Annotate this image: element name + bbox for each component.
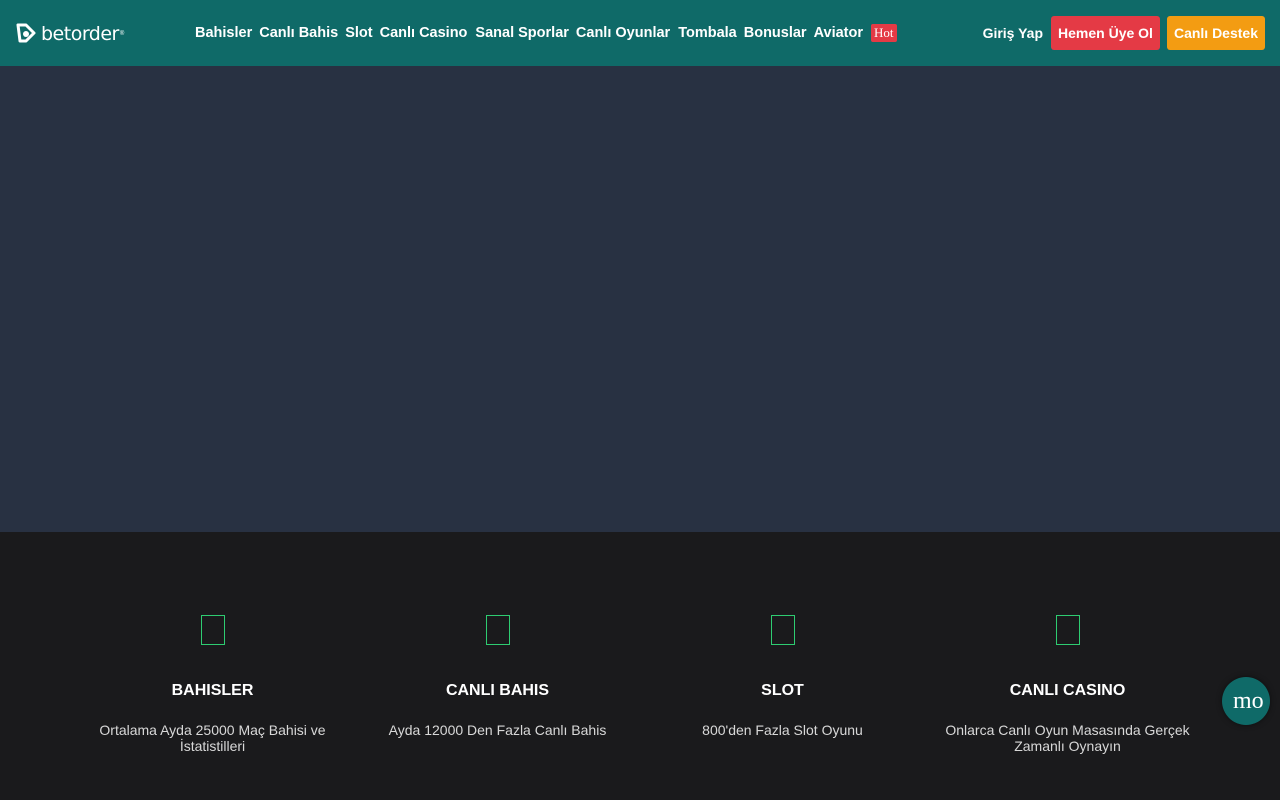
features-section: BAHISLER Ortalama Ayda 25000 Maç Bahisi … xyxy=(0,532,1280,800)
hero-banner-area xyxy=(0,66,1280,532)
nav-item-canli-bahis[interactable]: Canlı Bahis xyxy=(259,22,338,44)
nav-item-canli-casino[interactable]: Canlı Casino xyxy=(380,22,468,44)
nav-item-aviator[interactable]: Aviator xyxy=(814,22,863,44)
nav-item-canli-oyunlar[interactable]: Canlı Oyunlar xyxy=(576,22,670,44)
nav-item-tombala[interactable]: Tombala xyxy=(678,22,737,44)
nav-item-sanal-sporlar[interactable]: Sanal Sporlar xyxy=(475,22,568,44)
nav-item-bonuslar[interactable]: Bonuslar xyxy=(744,22,807,44)
feature-title: CANLI BAHIS xyxy=(445,682,550,699)
canli-casino-feature-icon xyxy=(1055,615,1080,645)
live-chat-button[interactable]: mo xyxy=(1222,677,1270,725)
main-nav: Bahisler Canlı Bahis Slot Canlı Casino S… xyxy=(195,22,897,44)
feature-title: SLOT xyxy=(761,682,804,699)
feature-description: Ayda 12000 Den Fazla Canlı Bahis xyxy=(388,722,607,738)
login-link[interactable]: Giriş Yap xyxy=(983,25,1043,41)
brand-name: betorder xyxy=(41,22,119,45)
slot-feature-icon xyxy=(770,615,795,645)
feature-slot: SLOT 800'den Fazla Slot Oyunu xyxy=(640,532,925,800)
feature-title: CANLI CASINO xyxy=(1009,682,1126,699)
hot-badge: Hot xyxy=(871,24,897,42)
auth-actions: Giriş Yap Hemen Üye Ol Canlı Destek xyxy=(983,16,1265,50)
bahisler-feature-icon xyxy=(200,615,225,645)
canli-bahis-feature-icon xyxy=(485,615,510,645)
register-button[interactable]: Hemen Üye Ol xyxy=(1051,16,1160,50)
feature-canli-bahis: CANLI BAHIS Ayda 12000 Den Fazla Canlı B… xyxy=(355,532,640,800)
nav-item-slot[interactable]: Slot xyxy=(345,22,372,44)
registered-mark: ® xyxy=(119,31,125,37)
feature-description: 800'den Fazla Slot Oyunu xyxy=(702,722,863,738)
betorder-logo-icon xyxy=(16,23,36,43)
feature-description: Onlarca Canlı Oyun Masasında Gerçek Zama… xyxy=(945,722,1190,754)
top-navbar: betorder ® Bahisler Canlı Bahis Slot Can… xyxy=(0,0,1280,66)
feature-description: Ortalama Ayda 25000 Maç Bahisi ve İstati… xyxy=(99,722,326,754)
betorder-logo[interactable]: betorder ® xyxy=(16,22,124,46)
live-support-button[interactable]: Canlı Destek xyxy=(1166,16,1265,50)
nav-item-bahisler[interactable]: Bahisler xyxy=(195,22,252,44)
feature-title: BAHISLER xyxy=(171,682,254,699)
feature-bahisler: BAHISLER Ortalama Ayda 25000 Maç Bahisi … xyxy=(70,532,355,800)
feature-canli-casino: CANLI CASINO Onlarca Canlı Oyun Masasınd… xyxy=(925,532,1210,800)
